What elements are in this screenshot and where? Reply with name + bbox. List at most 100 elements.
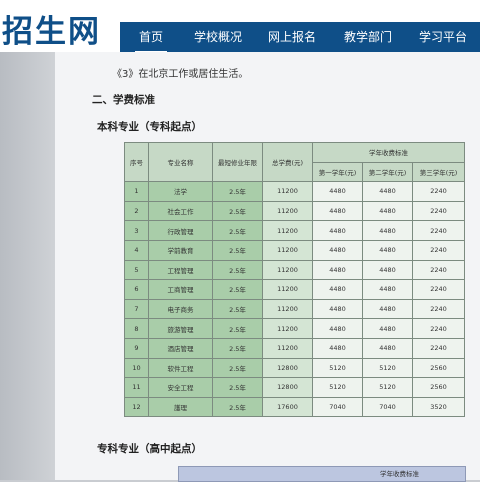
nav-item-home[interactable]: 首页: [134, 28, 168, 53]
table-row: 8 旅游管理 2.5年 11200 4480 4480 2240: [124, 318, 466, 339]
row-major: 法学: [148, 181, 213, 202]
row-total: 11200: [262, 181, 313, 202]
row-year2: 4480: [362, 220, 413, 241]
table-row: 12 護理 2.5年 17600 7040 7040 3520: [124, 396, 466, 418]
section-title: 二、学费标准: [92, 94, 155, 106]
row-num: 10: [124, 357, 149, 379]
row-total: 11200: [262, 279, 313, 300]
row-year1: 4480: [312, 200, 363, 222]
row-num: 4: [124, 239, 149, 261]
row-year3: 2240: [411, 298, 466, 320]
nav-item-apply[interactable]: 网上报名: [268, 28, 316, 45]
row-major: 工商管理: [148, 279, 213, 300]
row-major: 学前教育: [148, 239, 213, 261]
table-row: 7 电子商务 2.5年 11200 4480 4480 2240: [124, 298, 466, 320]
row-major: 工程管理: [148, 259, 213, 281]
row-years: 2.5年: [212, 357, 263, 379]
row-total: 11200: [262, 298, 313, 320]
table-row: 1 法学 2.5年 11200 4480 4480 2240: [124, 181, 466, 202]
table-row: 4 学前教育 2.5年 11200 4480 4480 2240: [124, 239, 466, 261]
row-year3: 2560: [411, 377, 466, 398]
row-year1: 4480: [312, 220, 363, 241]
row-major: 电子商务: [148, 298, 213, 320]
row-year3: 2240: [411, 200, 466, 222]
row-year3: 2240: [411, 279, 466, 300]
row-year3: 2240: [411, 259, 466, 281]
table-row: 11 安全工程 2.5年 12800 5120 5120 2560: [124, 377, 466, 398]
row-year2: 4480: [362, 318, 413, 339]
row-total: 11200: [262, 318, 313, 339]
header-year1: 第一学年(元): [312, 161, 363, 183]
row-total: 17600: [262, 396, 313, 418]
table-row: 3 行政管理 2.5年 11200 4480 4480 2240: [124, 220, 466, 241]
row-year2: 4480: [362, 200, 413, 222]
row-years: 2.5年: [212, 200, 263, 222]
row-total: 11200: [262, 259, 313, 281]
row-year2: 4480: [362, 298, 413, 320]
intro-line: 《3》在北京工作或居住生活。: [112, 69, 249, 80]
row-total: 11200: [262, 239, 313, 261]
nav-item-about[interactable]: 学校概况: [194, 28, 242, 45]
row-num: 3: [124, 220, 149, 241]
header-years: 最短修业年限: [212, 141, 263, 183]
row-year3: 3520: [411, 396, 466, 418]
header-major: 专业名称: [148, 141, 213, 183]
row-year1: 5120: [312, 357, 363, 379]
row-year2: 4480: [362, 337, 413, 359]
row-years: 2.5年: [212, 279, 263, 300]
row-years: 2.5年: [212, 239, 263, 261]
row-year3: 2560: [411, 357, 466, 379]
fee-table-body: 1 法学 2.5年 11200 4480 4480 2240 2 社会工作 2.5年 11200 44…: [124, 181, 466, 418]
row-total: 11200: [262, 220, 313, 241]
table-row: 2 社会工作 2.5年 11200 4480 4480 2240: [124, 200, 466, 222]
row-years: 2.5年: [212, 298, 263, 320]
row-year2: 4480: [362, 259, 413, 281]
row-num: 9: [124, 337, 149, 359]
row-year1: 5120: [312, 377, 363, 398]
row-major: 社会工作: [148, 200, 213, 222]
row-year3: 2240: [411, 318, 466, 339]
row-num: 11: [124, 377, 149, 398]
main-nav: 首页 学校概况 网上报名 教学部门 学习平台: [120, 22, 480, 53]
fee-table: 序号 专业名称 最短修业年限 总学费(元) 学年收费标准 第一学年(元) 第二学…: [124, 141, 466, 418]
row-year2: 4480: [362, 279, 413, 300]
header-fee-group: 学年收费标准: [311, 142, 466, 163]
row-year3: 2240: [411, 181, 466, 202]
row-total: 11200: [262, 200, 313, 222]
row-major: 软件工程: [148, 357, 213, 379]
row-year1: 4480: [312, 239, 363, 261]
header-total: 总学费(元): [262, 141, 313, 183]
row-year1: 7040: [312, 396, 363, 418]
table-row: 9 酒店管理 2.5年 11200 4480 4480 2240: [124, 337, 466, 359]
row-num: 6: [124, 279, 149, 300]
row-year2: 5120: [362, 377, 413, 398]
row-years: 2.5年: [212, 318, 263, 339]
table-row: 6 工商管理 2.5年 11200 4480 4480 2240: [124, 279, 466, 300]
row-num: 1: [124, 181, 149, 202]
row-num: 2: [124, 200, 149, 222]
site-title[interactable]: 招生网: [2, 6, 101, 51]
row-major: 旅游管理: [148, 318, 213, 339]
row-total: 11200: [262, 337, 313, 359]
college-title: 专科专业（高中起点）: [97, 443, 202, 455]
nav-item-learning[interactable]: 学习平台: [419, 28, 467, 45]
nav-item-departments[interactable]: 教学部门: [344, 28, 392, 45]
row-major: 安全工程: [148, 377, 213, 398]
row-years: 2.5年: [212, 220, 263, 241]
row-num: 5: [124, 259, 149, 281]
table-row: 5 工程管理 2.5年 11200 4480 4480 2240: [124, 259, 466, 281]
college-table-header: 学年收费标准: [380, 470, 419, 478]
row-year3: 2240: [411, 220, 466, 241]
table-row: 10 软件工程 2.5年 12800 5120 5120 2560: [124, 357, 466, 379]
row-major: 行政管理: [148, 220, 213, 241]
row-year1: 4480: [312, 259, 363, 281]
row-year2: 4480: [362, 239, 413, 261]
page-margin: [0, 52, 55, 480]
row-total: 12800: [262, 357, 313, 379]
header-year3: 第三学年(元): [411, 161, 466, 183]
row-num: 7: [124, 298, 149, 320]
row-major: 護理: [148, 396, 213, 418]
row-years: 2.5年: [212, 377, 263, 398]
row-total: 12800: [262, 377, 313, 398]
row-year2: 4480: [362, 181, 413, 202]
